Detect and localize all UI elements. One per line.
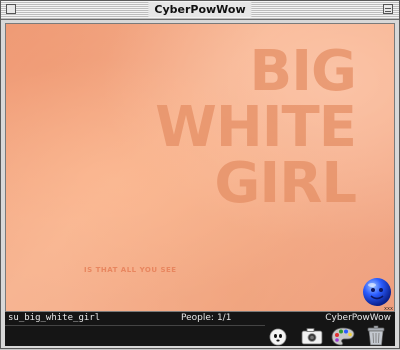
- people-value: 1/1: [216, 313, 232, 323]
- status-bar: su_big_white_girl People: 1/1 CyberPowWow: [5, 312, 395, 346]
- chat-canvas[interactable]: BIG WHITE GIRL IS THAT ALL YOU SEE: [5, 23, 395, 312]
- trash-can-icon[interactable]: [365, 324, 387, 346]
- blue-ball-avatar-icon[interactable]: xxx: [359, 275, 395, 312]
- close-box-button[interactable]: [6, 4, 16, 14]
- paint-palette-icon[interactable]: [331, 327, 355, 346]
- status-divider: [5, 325, 265, 326]
- channel-name: su_big_white_girl: [8, 313, 101, 323]
- title-bar[interactable]: CyberPowWow: [1, 1, 399, 20]
- people-label: People:: [181, 313, 214, 323]
- svg-text:xxx: xxx: [384, 306, 393, 311]
- headline-line-1: BIG: [249, 39, 357, 104]
- headline-line-2: WHITE: [155, 95, 357, 160]
- app-name-label: CyberPowWow: [325, 313, 391, 323]
- collapse-box-button[interactable]: [383, 4, 393, 14]
- people-count: People: 1/1: [178, 313, 231, 324]
- tagline-text: IS THAT ALL YOU SEE: [84, 266, 177, 274]
- headline-text: BIG WHITE GIRL: [155, 39, 357, 216]
- headline-line-3: GIRL: [214, 151, 357, 216]
- app-window: CyberPowWow BIG WHITE GIRL IS THAT ALL Y…: [0, 0, 400, 349]
- camera-icon[interactable]: [301, 327, 323, 345]
- window-title: CyberPowWow: [148, 2, 252, 17]
- avatar-ghost-icon[interactable]: [269, 328, 287, 346]
